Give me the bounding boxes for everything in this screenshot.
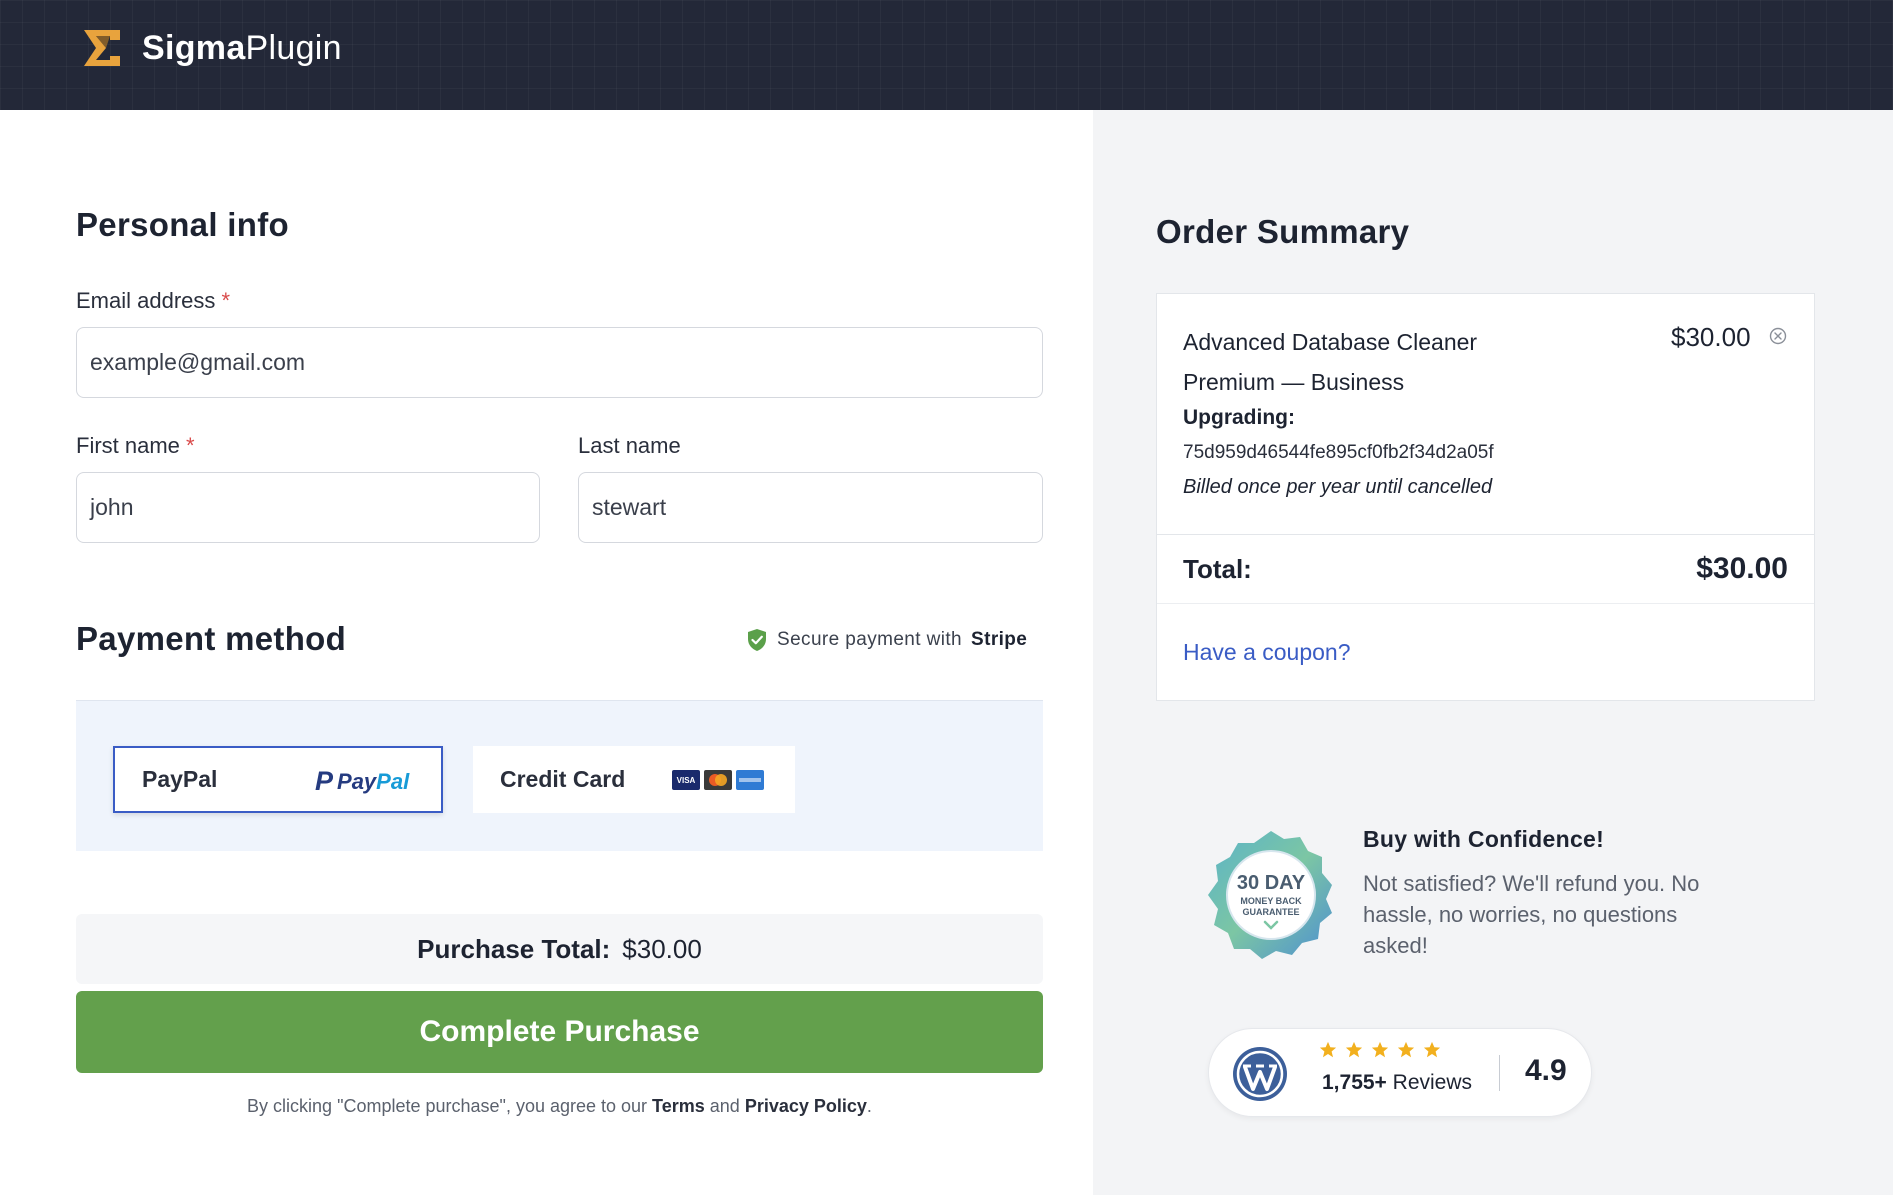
badge-money-back-text: MONEY BACK <box>1240 896 1302 906</box>
payment-options: PayPal P Pay Pal Credit Card VISA <box>76 700 1043 851</box>
remove-item-icon[interactable] <box>1769 327 1787 345</box>
secure-payment-note: Secure payment with Stripe <box>746 628 1027 652</box>
first-name-field[interactable]: john <box>76 472 540 543</box>
first-name-label: First name * <box>76 433 195 458</box>
complete-purchase-button[interactable]: Complete Purchase <box>76 991 1043 1073</box>
coupon-link[interactable]: Have a coupon? <box>1183 639 1351 666</box>
confidence-text: Not satisfied? We'll refund you. No hass… <box>1363 871 1700 958</box>
order-total-label: Total: <box>1183 553 1252 584</box>
purchase-total-value: $30.00 <box>622 933 702 964</box>
order-summary-title: Order Summary <box>1156 213 1410 250</box>
last-name-field[interactable]: stewart <box>578 472 1043 543</box>
badge-days-text: 30 DAY <box>1237 872 1306 894</box>
order-summary-card: Advanced Database Cleaner Premium — Busi… <box>1156 293 1815 701</box>
badge-guarantee-text: GUARANTEE <box>1242 907 1299 917</box>
star-rating <box>1319 1041 1441 1059</box>
order-total-row: Total: $30.00 <box>1157 534 1814 604</box>
visa-card-icon: VISA <box>672 770 700 790</box>
sigma-logo-icon <box>84 30 120 66</box>
site-header: SigmaPlugin <box>0 0 1893 110</box>
reviews-badge[interactable]: 1,755+ Reviews 4.9 <box>1208 1028 1592 1117</box>
last-name-label: Last name <box>578 433 681 458</box>
brand-name: SigmaPlugin <box>142 28 342 67</box>
upgrading-label: Upgrading: <box>1183 406 1295 429</box>
payment-option-paypal[interactable]: PayPal P Pay Pal <box>113 746 443 813</box>
purchase-total: Purchase Total: $30.00 <box>76 914 1043 984</box>
star-icon <box>1345 1041 1363 1058</box>
star-icon <box>1319 1041 1337 1058</box>
order-total-value: $30.00 <box>1696 552 1788 585</box>
wordpress-icon <box>1233 1047 1287 1101</box>
product-name: Advanced Database Cleaner Premium — Busi… <box>1183 329 1478 395</box>
mastercard-icon <box>704 770 732 790</box>
rating-score: 4.9 <box>1525 1054 1567 1087</box>
upgrading-license-id: 75d959d46544fe895cf0fb2f34d2a05f <box>1183 442 1494 463</box>
money-back-badge: 30 DAY MONEY BACK GUARANTEE <box>1204 829 1338 961</box>
payment-option-credit-card[interactable]: Credit Card VISA <box>473 746 795 813</box>
star-icon <box>1371 1041 1389 1058</box>
brand-logo[interactable]: SigmaPlugin <box>80 26 342 70</box>
email-label: Email address * <box>76 288 231 313</box>
terms-link[interactable]: Terms <box>652 1096 705 1116</box>
card-brands: VISA <box>672 770 764 790</box>
confidence-title: Buy with Confidence! <box>1363 826 1605 852</box>
credit-card-option-label: Credit Card <box>500 766 626 792</box>
guarantee-badge-icon: 30 DAY MONEY BACK GUARANTEE <box>1208 831 1332 959</box>
email-field[interactable]: example@gmail.com <box>76 327 1043 398</box>
paypal-option-label: PayPal <box>142 766 218 792</box>
paypal-logo-icon: P Pay Pal <box>315 766 410 796</box>
reviews-divider <box>1499 1055 1500 1091</box>
review-count: 1,755+ Reviews <box>1322 1071 1473 1094</box>
purchase-total-label: Purchase Total: <box>417 933 611 964</box>
legal-notice: By clicking "Complete purchase", you agr… <box>247 1096 872 1116</box>
star-icon <box>1397 1041 1415 1058</box>
shield-check-icon <box>748 629 766 651</box>
payment-method-title: Payment method <box>76 620 347 657</box>
personal-info-title: Personal info <box>76 206 289 243</box>
privacy-policy-link[interactable]: Privacy Policy <box>745 1096 867 1116</box>
billing-cycle: Billed once per year until cancelled <box>1183 476 1493 498</box>
amex-card-icon <box>736 770 764 790</box>
product-price: $30.00 <box>1671 322 1751 352</box>
star-icon <box>1423 1041 1441 1058</box>
